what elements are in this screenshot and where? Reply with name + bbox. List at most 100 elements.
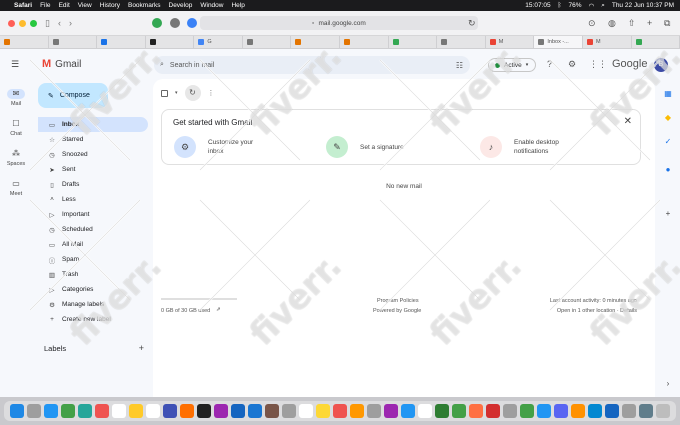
nav-item-manage-labels[interactable]: ⚙ Manage labels [38,297,148,312]
dock-app-icon[interactable] [129,404,143,418]
browser-tab[interactable]: Inbox -... [534,36,583,48]
minimize-window-button[interactable] [19,19,26,27]
browser-tab[interactable]: M [486,36,535,48]
nav-item-starred[interactable]: ☆ Starred [38,132,148,147]
close-icon[interactable]: ✕ [624,116,632,127]
dock-app-icon[interactable] [537,404,551,418]
menu-file[interactable]: File [40,2,50,9]
more-options-icon[interactable]: ⋮ [208,89,215,97]
nav-item-sent[interactable]: ➤ Sent [38,162,148,177]
browser-tab[interactable] [243,36,292,48]
wifi-icon[interactable]: ◠ [589,2,595,10]
nav-item-important[interactable]: ▷ Important [38,207,148,222]
browser-tab[interactable]: G [194,36,243,48]
browser-tab[interactable] [437,36,486,48]
dock-app-icon[interactable] [78,404,92,418]
menu-edit[interactable]: Edit [59,2,70,9]
dock-app-icon[interactable] [112,404,126,418]
dock-app-icon[interactable] [265,404,279,418]
dock-app-icon[interactable] [10,404,24,418]
search-options-icon[interactable]: ☷ [456,61,463,70]
nav-item-less[interactable]: ˄ Less [38,192,148,207]
tab-overview-icon[interactable]: ⧉ [664,18,670,29]
close-window-button[interactable] [8,19,15,27]
search-icon[interactable]: ⌕ [160,61,164,69]
rail-item-mail[interactable]: ✉ Mail [0,89,32,107]
calendar-icon[interactable]: ▦ [663,89,673,99]
back-icon[interactable]: ‹ [58,18,61,28]
status-selector[interactable]: Active ▾ [488,58,536,72]
nav-item-drafts[interactable]: ▯ Drafts [38,177,148,192]
compose-button[interactable]: ✎ Compose [38,83,108,108]
dock-app-icon[interactable] [503,404,517,418]
address-bar[interactable]: ▫ mail.google.com [200,16,478,30]
add-addon-icon[interactable]: + [663,209,673,219]
menu-history[interactable]: History [100,2,120,9]
dock-app-icon[interactable] [469,404,483,418]
dock-app-icon[interactable] [554,404,568,418]
download-icon[interactable]: ⊙ [588,18,596,29]
menu-view[interactable]: View [78,2,92,9]
forward-icon[interactable]: › [69,18,72,28]
contacts-icon[interactable]: ● [663,165,673,175]
browser-tab[interactable] [146,36,195,48]
browser-tab[interactable] [632,36,680,48]
browser-tab[interactable] [97,36,146,48]
program-policies-link[interactable]: Program Policies [377,298,419,304]
menu-help[interactable]: Help [231,2,244,9]
rail-item-chat[interactable]: ☐ Chat [0,119,32,137]
avatar[interactable]: B [654,58,668,72]
google-logo[interactable]: Google [612,58,647,70]
nav-item-categories[interactable]: ▷ Categories [38,282,148,297]
battery-text[interactable]: 76% [569,2,582,9]
reload-icon[interactable]: ↻ [468,18,476,29]
browser-tab[interactable] [49,36,98,48]
storage-text[interactable]: 0 GB of 30 GB used [161,308,210,314]
expand-panel-icon[interactable]: › [663,379,673,389]
help-icon[interactable]: ? [547,59,552,69]
dock-app-icon[interactable] [656,404,670,418]
browser-tab[interactable] [0,36,49,48]
setup-option[interactable]: ✎ Set a signature [326,136,404,158]
nav-item-inbox[interactable]: ▭ Inbox [38,117,148,132]
grammarly-icon[interactable] [152,18,162,28]
dock-app-icon[interactable] [146,404,160,418]
browser-tab[interactable] [340,36,389,48]
share-icon[interactable]: ⇧ [628,18,636,29]
dock-app-icon[interactable] [299,404,313,418]
setup-option[interactable]: ⚙ Customize your inbox [174,136,253,158]
dock-app-icon[interactable] [588,404,602,418]
dock-app-icon[interactable] [486,404,500,418]
zoom-window-button[interactable] [30,19,37,27]
settings-gear-icon[interactable]: ⚙ [568,59,576,70]
dock-app-icon[interactable] [163,404,177,418]
browser-tab[interactable] [291,36,341,48]
browser-tab[interactable]: M [583,36,632,48]
select-dropdown-icon[interactable]: ▾ [175,90,178,96]
dock-app-icon[interactable] [61,404,75,418]
dock-app-icon[interactable] [95,404,109,418]
setup-option[interactable]: ♪ Enable desktop notifications [480,136,559,158]
dock-app-icon[interactable] [44,404,58,418]
shield-icon[interactable] [187,18,197,28]
nav-item-spam[interactable]: ⓘ Spam [38,252,148,267]
menu-icon[interactable]: ☰ [11,59,19,70]
dock-app-icon[interactable] [452,404,466,418]
dock-app-icon[interactable] [401,404,415,418]
dock-app-icon[interactable] [248,404,262,418]
dock-app-icon[interactable] [214,404,228,418]
add-label-icon[interactable]: + [139,343,144,353]
nav-item-create-new-label[interactable]: + Create new label [38,312,148,327]
details-link[interactable]: Open in 1 other location · Details [557,308,637,314]
search-bar[interactable]: ⌕ Search in mail ☷ [154,56,470,74]
dock-app-icon[interactable] [197,404,211,418]
menu-bookmarks[interactable]: Bookmarks [128,2,161,9]
dock-app-icon[interactable] [316,404,330,418]
datetime-text[interactable]: Thu 22 Jun 10:37 PM [612,2,674,9]
refresh-button[interactable]: ↻ [184,85,201,101]
browser-tab[interactable] [389,36,438,48]
dock-app-icon[interactable] [350,404,364,418]
sidebar-toggle-icon[interactable]: ▯ [45,18,50,29]
menu-app-name[interactable]: Safari [14,2,32,9]
dock-app-icon[interactable] [333,404,347,418]
